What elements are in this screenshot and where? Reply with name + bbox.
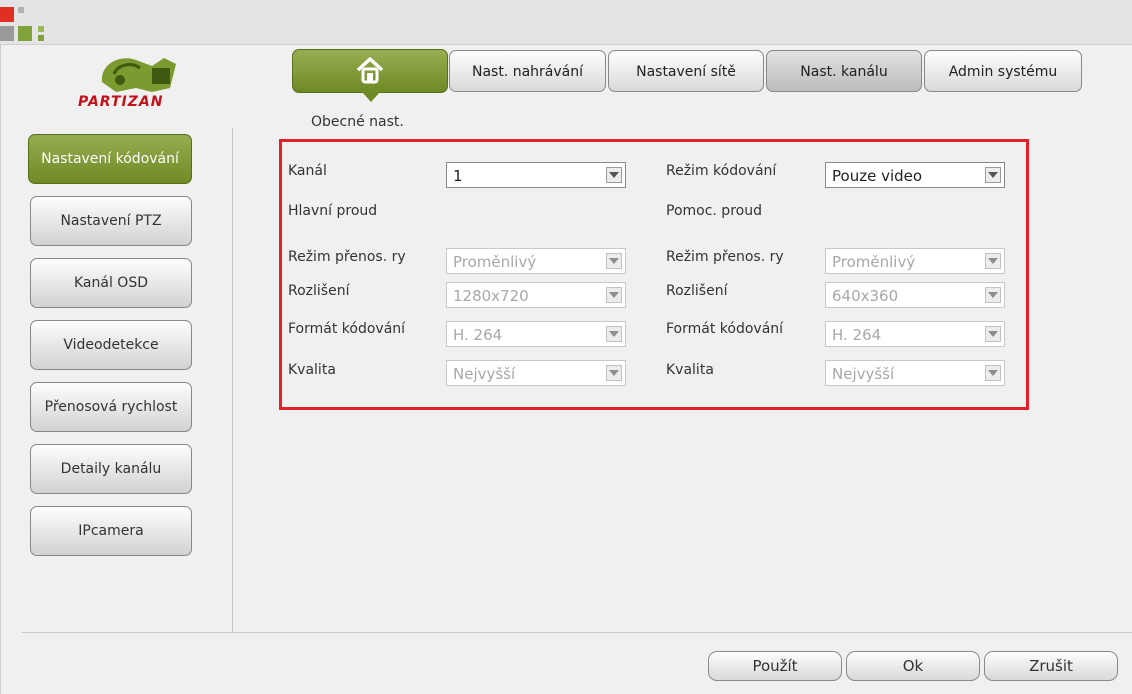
main-codec-select: H. 264 (446, 321, 626, 347)
main-codec-value: H. 264 (453, 326, 503, 344)
main-bitrate-mode-label: Režim přenos. ry (288, 249, 406, 265)
chevron-down-icon (985, 365, 1001, 381)
chevron-down-icon (985, 167, 1001, 183)
brand-name: PARTIZAN (78, 94, 164, 110)
chevron-down-icon (606, 326, 622, 342)
sub-quality-select: Nejvyšší (825, 360, 1005, 386)
home-tab-pointer (362, 92, 380, 102)
sub-resolution-select: 640x360 (825, 282, 1005, 308)
channel-label: Kanál (288, 163, 327, 179)
footer-divider (22, 632, 1132, 633)
chevron-down-icon (985, 326, 1001, 342)
sub-bitrate-mode-select: Proměnlivý (825, 248, 1005, 274)
chevron-down-icon (606, 287, 622, 303)
channel-select-value: 1 (453, 167, 463, 185)
chevron-down-icon (606, 365, 622, 381)
sidebar-item-bitrate[interactable]: Přenosová rychlost (30, 382, 192, 432)
sub-codec-select: H. 264 (825, 321, 1005, 347)
sub-quality-value: Nejvyšší (832, 365, 895, 383)
sidebar-divider (232, 128, 233, 632)
sub-bitrate-mode-label: Režim přenos. ry (666, 249, 784, 265)
title-bar (0, 0, 1132, 45)
main-codec-label: Formát kódování (288, 321, 406, 337)
main-resolution-value: 1280x720 (453, 287, 529, 305)
sub-resolution-label: Rozlišení (666, 283, 728, 299)
sub-quality-label: Kvalita (666, 362, 714, 378)
home-icon (356, 57, 384, 84)
channel-select[interactable]: 1 (446, 162, 626, 188)
tab-system-admin[interactable]: Admin systému (924, 50, 1082, 92)
ok-button[interactable]: Ok (846, 651, 980, 681)
chevron-down-icon (985, 253, 1001, 269)
main-quality-value: Nejvyšší (453, 365, 516, 383)
sidebar-item-encoding[interactable]: Nastavení kódování (28, 134, 192, 184)
main-resolution-select: 1280x720 (446, 282, 626, 308)
encoding-mode-label: Režim kódování (666, 163, 777, 179)
apply-button[interactable]: Použít (708, 651, 842, 681)
home-tab[interactable] (292, 49, 448, 93)
main-stream-heading: Hlavní proud (288, 203, 378, 219)
sub-stream-heading: Pomoc. proud (666, 203, 762, 219)
main-resolution-label: Rozlišení (288, 283, 350, 299)
main-quality-select: Nejvyšší (446, 360, 626, 386)
tab-channel[interactable]: Nast. kanálu (766, 50, 922, 92)
main-quality-label: Kvalita (288, 362, 336, 378)
encoding-mode-select-value: Pouze video (832, 167, 923, 185)
main-bitrate-mode-select: Proměnlivý (446, 248, 626, 274)
main-bitrate-mode-value: Proměnlivý (453, 253, 537, 271)
cancel-button[interactable]: Zrušit (984, 651, 1118, 681)
sidebar-item-osd[interactable]: Kanál OSD (30, 258, 192, 308)
sub-codec-label: Formát kódování (666, 321, 784, 337)
chevron-down-icon (606, 253, 622, 269)
tab-network[interactable]: Nastavení sítě (608, 50, 764, 92)
sub-resolution-value: 640x360 (832, 287, 899, 305)
sidebar-item-channel-details[interactable]: Detaily kanálu (30, 444, 192, 494)
sub-codec-value: H. 264 (832, 326, 882, 344)
chevron-down-icon (985, 287, 1001, 303)
sidebar-item-ipcamera[interactable]: IPcamera (30, 506, 192, 556)
sidebar-item-motion-detection[interactable]: Videodetekce (30, 320, 192, 370)
tab-recording[interactable]: Nast. nahrávání (449, 50, 606, 92)
encoding-mode-select[interactable]: Pouze video (825, 162, 1005, 188)
chevron-down-icon (606, 167, 622, 183)
sidebar-item-ptz[interactable]: Nastavení PTZ (30, 196, 192, 246)
page-subtitle: Obecné nast. (311, 114, 404, 130)
sub-bitrate-mode-value: Proměnlivý (832, 253, 916, 271)
